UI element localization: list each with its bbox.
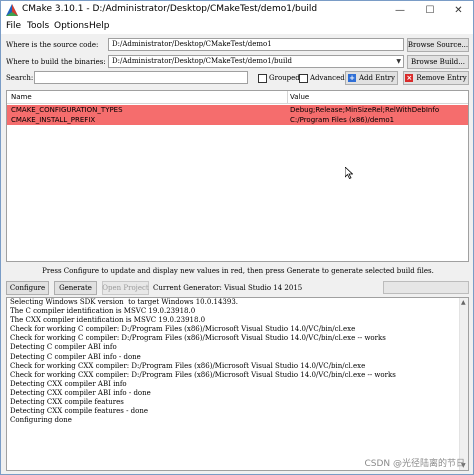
column-header-value[interactable]: Value [290, 93, 309, 101]
cmake-logo-icon [6, 4, 18, 16]
remove-icon: × [405, 74, 414, 82]
configure-button[interactable]: Configure [6, 281, 49, 295]
progress-bar [383, 281, 469, 294]
chevron-down-icon[interactable]: ▼ [396, 58, 401, 65]
advanced-checkbox[interactable] [299, 74, 308, 83]
column-divider[interactable] [287, 91, 288, 104]
log-line: Detecting C compiler ABI info - done [10, 352, 141, 361]
cache-entry-value: C:/Program Files (x86)/demo1 [290, 116, 395, 124]
log-line: Detecting CXX compile features [10, 398, 124, 407]
cache-entry-name: CMAKE_CONFIGURATION_TYPES [11, 106, 123, 114]
minimize-button[interactable]: — [385, 1, 415, 19]
menu-tools[interactable]: Tools [27, 21, 49, 31]
log-scrollbar[interactable]: ▲ ▼ [459, 298, 468, 470]
search-label: Search: [6, 74, 34, 82]
column-header-name[interactable]: Name [11, 93, 32, 101]
open-project-button[interactable]: Open Project [102, 281, 149, 295]
source-path-value: D:/Administrator/Desktop/CMakeTest/demo1 [112, 40, 272, 48]
log-line: The CXX compiler identification is MSVC … [10, 316, 206, 325]
scroll-up-icon[interactable]: ▲ [461, 299, 466, 306]
menu-file[interactable]: File [6, 21, 21, 31]
add-entry-button[interactable]: + Add Entry [345, 71, 398, 85]
maximize-button[interactable]: ☐ [415, 1, 445, 19]
current-generator-label: Current Generator: Visual Studio 14 2015 [153, 284, 303, 292]
build-path-combobox[interactable]: D:/Administrator/Desktop/CMakeTest/demo1… [108, 55, 404, 68]
source-label: Where is the source code: [6, 41, 99, 49]
log-line: Detecting CXX compile features - done [10, 407, 149, 416]
cache-entry-name: CMAKE_INSTALL_PREFIX [11, 116, 96, 124]
build-path-value: D:/Administrator/Desktop/CMakeTest/demo1… [112, 57, 292, 65]
browse-build-button[interactable]: Browse Build... [407, 55, 469, 69]
menu-options[interactable]: Options [54, 21, 89, 31]
cmake-window: CMake 3.10.1 - D:/Administrator/Desktop/… [0, 0, 474, 475]
log-lines: Selecting Windows SDK version to target … [7, 298, 468, 425]
status-message: Press Configure to update and display ne… [42, 267, 434, 275]
log-line: Check for working CXX compiler: D:/Progr… [10, 370, 396, 379]
table-row[interactable]: CMAKE_INSTALL_PREFIX C:/Program Files (x… [7, 115, 468, 125]
grouped-label: Grouped [269, 74, 300, 82]
table-row[interactable]: CMAKE_CONFIGURATION_TYPES Debug;Release;… [7, 105, 468, 115]
search-input[interactable] [34, 71, 248, 84]
log-line: Detecting CXX compiler ABI info - done [10, 388, 151, 397]
generate-button[interactable]: Generate [54, 281, 97, 295]
log-line: Check for working CXX compiler: D:/Progr… [10, 361, 366, 370]
window-title: CMake 3.10.1 - D:/Administrator/Desktop/… [22, 4, 318, 14]
log-line: Configuring done [10, 416, 72, 425]
output-log[interactable]: Selecting Windows SDK version to target … [6, 297, 469, 471]
log-line: The C compiler identification is MSVC 19… [10, 307, 196, 316]
cache-entry-value: Debug;Release;MinSizeRel;RelWithDebInfo [290, 106, 440, 114]
menu-help[interactable]: Help [89, 21, 110, 31]
remove-entry-button[interactable]: × Remove Entry [403, 71, 469, 85]
log-line: Check for working C compiler: D:/Program… [10, 334, 386, 343]
close-button[interactable]: ✕ [444, 1, 473, 19]
plus-icon: + [348, 74, 356, 82]
build-label: Where to build the binaries: [6, 58, 106, 66]
grouped-checkbox[interactable] [258, 74, 267, 83]
log-line: Check for working C compiler: D:/Program… [10, 325, 356, 334]
log-line: Selecting Windows SDK version to target … [10, 298, 239, 306]
source-path-input[interactable]: D:/Administrator/Desktop/CMakeTest/demo1 [108, 38, 404, 51]
watermark: CSDN @光径陆离的节日 [364, 459, 465, 469]
table-header: Name Value [7, 91, 468, 104]
mouse-cursor-icon [345, 167, 353, 179]
log-line: Detecting C compiler ABI info [10, 343, 117, 352]
title-bar[interactable]: CMake 3.10.1 - D:/Administrator/Desktop/… [1, 1, 473, 19]
cache-table[interactable]: Name Value CMAKE_CONFIGURATION_TYPES Deb… [6, 90, 469, 262]
log-line: Detecting CXX compiler ABI info [10, 379, 127, 388]
menu-bar: File Tools Options Help [1, 19, 473, 34]
advanced-label: Advanced [310, 74, 345, 82]
browse-source-button[interactable]: Browse Source... [407, 38, 469, 52]
